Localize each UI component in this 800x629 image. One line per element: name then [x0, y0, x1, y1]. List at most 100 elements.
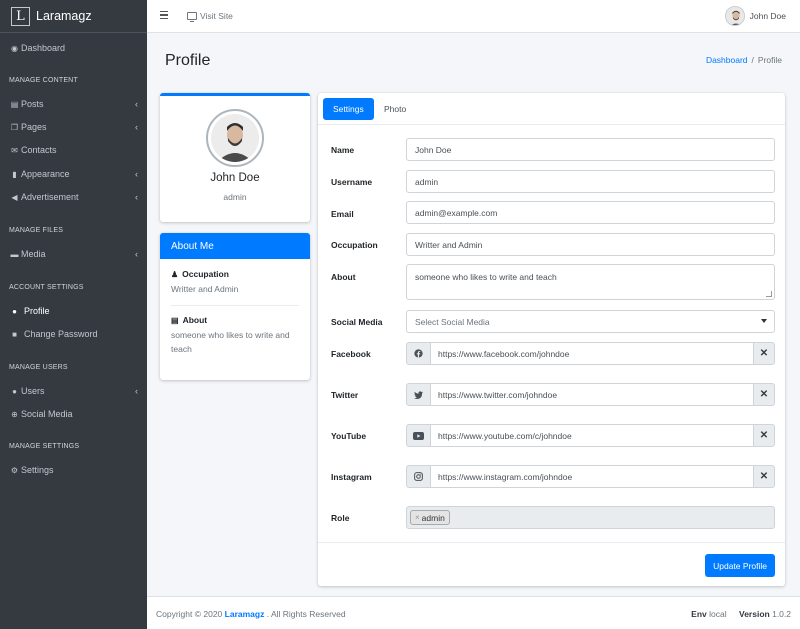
- occupation-field[interactable]: Writter and Admin: [406, 233, 775, 256]
- sidebar-item-profile[interactable]: ● Profile: [0, 300, 147, 322]
- version-label: Version: [739, 609, 770, 619]
- youtube-input-group: https://www.youtube.com/c/johndoe ✕: [406, 424, 775, 447]
- facebook-field[interactable]: https://www.facebook.com/johndoe: [431, 342, 753, 365]
- tab-settings[interactable]: Settings: [323, 98, 374, 120]
- sidebar-item-media[interactable]: ▬ Media ‹: [0, 243, 147, 265]
- breadcrumb-separator: /: [751, 55, 754, 65]
- sidebar-item-dashboard[interactable]: ◉ Dashboard: [0, 37, 147, 59]
- user-photo-icon: [725, 7, 744, 25]
- sidebar-item-label: Change Password: [24, 329, 98, 339]
- about-card: About Me ♟ Occupation Writter and Admin ▤…: [160, 233, 310, 380]
- role-chip-label: admin: [421, 512, 445, 523]
- brand-link[interactable]: L Laramagz: [0, 0, 147, 33]
- copyright: Copyright © 2020 Laramagz . All Rights R…: [156, 609, 346, 619]
- instagram-clear-button[interactable]: ✕: [753, 465, 775, 488]
- hamburger-menu-icon[interactable]: [160, 11, 168, 19]
- occupation-label: Occupation: [182, 269, 229, 279]
- bullhorn-icon: ◀: [11, 192, 18, 202]
- chevron-left-icon: ‹: [135, 122, 138, 132]
- avatar: [724, 6, 745, 26]
- page-title: Profile: [165, 52, 211, 69]
- user-menu[interactable]: John Doe: [724, 6, 786, 26]
- chevron-left-icon: ‹: [135, 192, 138, 202]
- settings-card: Settings Photo Name John Doe Username ad…: [318, 93, 785, 586]
- nav-header-manage-users: MANAGE USERS: [9, 364, 68, 371]
- sidebar-item-label: Settings: [21, 465, 54, 475]
- version-value: 1.0.2: [772, 609, 791, 619]
- instagram-label: Instagram: [331, 472, 372, 482]
- brand-name: Laramagz: [36, 9, 92, 23]
- facebook-icon: [406, 342, 431, 365]
- profile-role: admin: [223, 192, 247, 202]
- breadcrumb-current: Profile: [757, 55, 782, 65]
- caret-down-icon: [761, 319, 767, 323]
- chevron-left-icon: ‹: [135, 99, 138, 109]
- sidebar-item-appearance[interactable]: ▮ Appearance ‹: [0, 163, 147, 185]
- file-icon: ▤: [10, 99, 19, 109]
- youtube-field[interactable]: https://www.youtube.com/c/johndoe: [431, 424, 753, 447]
- tab-bar: Settings Photo: [318, 93, 785, 125]
- chevron-left-icon: ‹: [135, 249, 138, 259]
- sidebar-item-users[interactable]: ● Users ‹: [0, 380, 147, 402]
- update-profile-button[interactable]: Update Profile: [705, 554, 775, 577]
- env-label: Env: [691, 609, 707, 619]
- brand-logo: L: [11, 6, 30, 26]
- footer-brand-link[interactable]: Laramagz: [225, 609, 265, 619]
- envelope-icon: ✉: [11, 145, 18, 155]
- env-value: local: [709, 609, 727, 619]
- about-value: someone who likes to write and teach: [171, 330, 290, 354]
- visit-site-label: Visit Site: [200, 11, 233, 21]
- breadcrumb-home-link[interactable]: Dashboard: [706, 55, 748, 65]
- visit-site-link[interactable]: Visit Site: [187, 11, 233, 22]
- sidebar-item-posts[interactable]: ▤ Posts ‹: [0, 93, 147, 115]
- remove-chip-icon[interactable]: ×: [415, 513, 420, 522]
- tab-photo[interactable]: Photo: [374, 98, 416, 120]
- sidebar-item-change-password[interactable]: ■ Change Password: [0, 323, 147, 345]
- twitter-clear-button[interactable]: ✕: [753, 383, 775, 406]
- sidebar-item-contacts[interactable]: ✉ Contacts: [0, 139, 147, 161]
- sidebar-item-pages[interactable]: ❐ Pages ‹: [0, 116, 147, 138]
- instagram-icon: [406, 465, 431, 488]
- copy-icon: ❐: [10, 122, 19, 132]
- about-card-body: ♟ Occupation Writter and Admin ▤ About som…: [160, 259, 310, 366]
- lock-icon: ■: [12, 329, 17, 339]
- about-card-title: About Me: [160, 233, 310, 259]
- sidebar-item-label: Appearance: [21, 169, 70, 179]
- about-textarea[interactable]: someone who likes to write and teach: [406, 264, 775, 300]
- twitter-field[interactable]: https://www.twitter.com/johndoe: [431, 383, 753, 406]
- name-field[interactable]: John Doe: [406, 138, 775, 161]
- youtube-icon: [406, 424, 431, 447]
- sidebar-item-label: Pages: [21, 122, 47, 132]
- profile-card: John Doe admin: [160, 93, 310, 222]
- instagram-field[interactable]: https://www.instagram.com/johndoe: [431, 465, 753, 488]
- paint-roller-icon: ▮: [12, 169, 17, 179]
- nav-header-account-settings: ACCOUNT SETTINGS: [9, 284, 84, 291]
- photo-icon: ▬: [10, 249, 19, 259]
- role-select[interactable]: × admin: [406, 506, 775, 529]
- facebook-label: Facebook: [331, 349, 371, 359]
- sidebar: L Laramagz ◉ Dashboard MANAGE CONTENT ▤ Po…: [0, 0, 147, 629]
- sidebar-item-advertisement[interactable]: ◀ Advertisement ‹: [0, 186, 147, 208]
- youtube-clear-button[interactable]: ✕: [753, 424, 775, 447]
- facebook-clear-button[interactable]: ✕: [753, 342, 775, 365]
- username-field[interactable]: admin: [406, 170, 775, 193]
- cogs-icon: ⚙: [10, 465, 19, 475]
- sidebar-item-settings[interactable]: ⚙ Settings: [0, 459, 147, 481]
- resize-handle[interactable]: [766, 291, 772, 297]
- sidebar-item-label: Social Media: [21, 409, 73, 419]
- globe-icon: ⊕: [11, 409, 18, 419]
- profile-name: John Doe: [210, 172, 260, 184]
- occupation-label: Occupation: [331, 240, 378, 250]
- social-media-select[interactable]: Select Social Media: [406, 310, 775, 333]
- sidebar-item-label: Advertisement: [21, 192, 79, 202]
- sidebar-item-label: Contacts: [21, 145, 57, 155]
- email-field[interactable]: admin@example.com: [406, 201, 775, 224]
- sidebar-item-label: Profile: [24, 306, 50, 316]
- username-label: Username: [331, 177, 373, 187]
- about-label: About: [331, 272, 356, 282]
- env-version: Env local Version 1.0.2: [691, 609, 791, 619]
- twitter-input-group: https://www.twitter.com/johndoe ✕: [406, 383, 775, 406]
- sidebar-item-social-media[interactable]: ⊕ Social Media: [0, 403, 147, 425]
- nav-header-manage-files: MANAGE FILES: [9, 227, 64, 234]
- user-photo-icon: [211, 114, 259, 162]
